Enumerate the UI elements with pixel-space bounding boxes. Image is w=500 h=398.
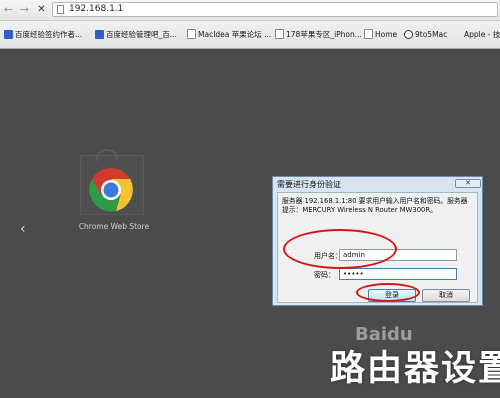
password-label: 密码： — [314, 271, 335, 279]
paw-icon — [95, 30, 104, 39]
stop-loading-icon[interactable]: ✕ — [35, 3, 48, 16]
page-icon — [364, 29, 373, 39]
bookmark-item[interactable]: 百度经验管理吧_百... — [95, 29, 177, 41]
store-label: Chrome Web Store — [78, 222, 150, 231]
page-icon — [275, 29, 284, 39]
clock-icon — [404, 30, 413, 39]
chrome-web-store-tile[interactable]: Chrome Web Store — [76, 149, 152, 239]
bag-handle-icon — [96, 149, 118, 161]
bookmarks-bar: 百度经验签约作者... 百度经验管理吧_百... MacIdea 苹果论坛 ..… — [0, 21, 500, 49]
chrome-logo-icon — [89, 168, 133, 212]
forward-arrow-icon[interactable]: → — [18, 3, 31, 16]
bookmark-label: MacIdea 苹果论坛 ... — [198, 30, 272, 39]
bookmark-label: 百度经验签约作者... — [15, 30, 83, 39]
bookmark-item[interactable]: 百度经验签约作者... — [4, 29, 82, 41]
chevron-left-icon[interactable]: ‹ — [20, 221, 26, 237]
address-bar[interactable]: 192.168.1.1 — [52, 2, 498, 17]
back-arrow-icon[interactable]: ← — [2, 3, 15, 16]
bookmark-item[interactable]: Apple - 技 — [454, 29, 500, 41]
close-icon[interactable]: ✕ — [455, 179, 481, 188]
bookmark-label: Home — [375, 30, 398, 39]
bookmark-label: 百度经验管理吧_百... — [106, 30, 177, 39]
dialog-title: 需要进行身份验证 — [277, 180, 341, 189]
page-icon — [57, 5, 64, 14]
bookmark-label: 178苹果专区_iPhon... — [286, 30, 362, 39]
password-field[interactable]: ••••• — [339, 268, 457, 280]
url-text[interactable]: 192.168.1.1 — [69, 3, 123, 16]
bookmark-item[interactable]: Home — [364, 29, 397, 41]
apple-icon — [454, 30, 462, 39]
bookmark-label: Apple - 技 — [464, 30, 500, 39]
bookmark-item[interactable]: MacIdea 苹果论坛 ... — [187, 29, 271, 41]
credentials-highlight-ellipse — [283, 229, 397, 269]
bookmark-item[interactable]: 178苹果专区_iPhon... — [275, 29, 362, 41]
login-highlight-ellipse — [356, 283, 420, 302]
bookmark-label: 9to5Mac — [415, 30, 448, 39]
browser-toolbar: ← → ✕ 192.168.1.1 — [0, 0, 500, 21]
bookmark-item[interactable]: 9to5Mac — [404, 29, 447, 41]
auth-message: 服务器 192.168.1.1:80 要求用户输入用户名和密码。服务器提示：ME… — [282, 197, 468, 214]
watermark-title: 路由器设置 — [330, 349, 500, 389]
cancel-button[interactable]: 取消 — [422, 289, 470, 302]
paw-icon — [4, 30, 13, 39]
baidu-logo-watermark: Baidu — [355, 324, 413, 345]
page-icon — [187, 29, 196, 39]
